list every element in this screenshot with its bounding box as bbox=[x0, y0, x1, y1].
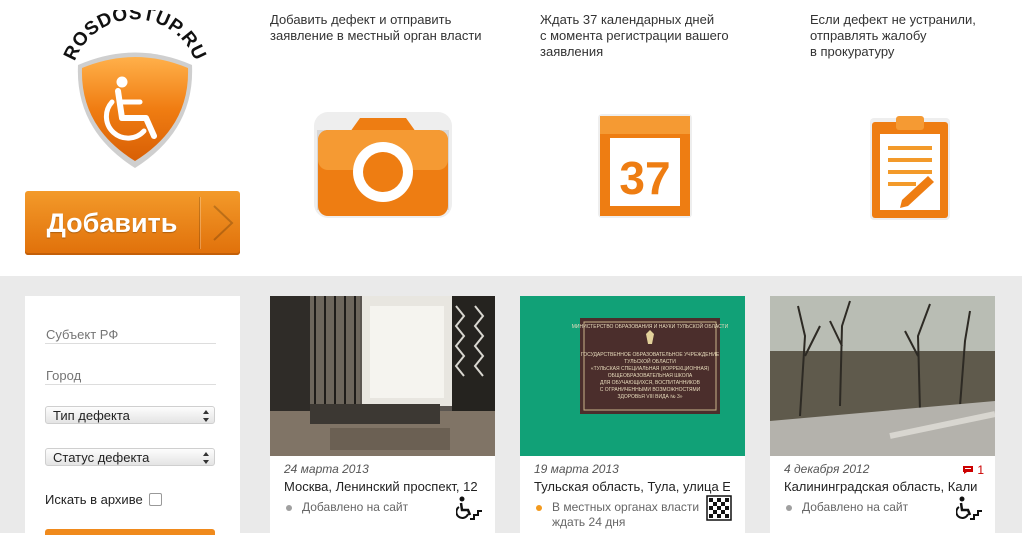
defect-photo[interactable] bbox=[270, 296, 495, 456]
search-button[interactable] bbox=[45, 529, 215, 535]
svg-text:ОБЩЕОБРАЗОВАТЕЛЬНАЯ ШКОЛА: ОБЩЕОБРАЗОВАТЕЛЬНАЯ ШКОЛА bbox=[608, 373, 693, 379]
card-status: Добавлено на сайт bbox=[802, 500, 909, 514]
defect-type-value: Тип дефекта bbox=[53, 408, 130, 423]
svg-text:ЗДОРОВЬЯ VIII ВИДА № 3»: ЗДОРОВЬЯ VIII ВИДА № 3» bbox=[617, 394, 682, 400]
calendar-icon: 37 bbox=[598, 114, 692, 218]
card-date: 24 марта 2013 bbox=[284, 462, 369, 476]
step-1-text: Добавить дефект и отправить заявление в … bbox=[270, 12, 482, 43]
status-dot bbox=[786, 505, 792, 511]
defect-photo[interactable] bbox=[770, 296, 995, 456]
step-2-text: Ждать 37 календарных дней с момента реги… bbox=[540, 12, 729, 59]
logo-shield-icon: ROSDOSTUP.RU bbox=[60, 3, 209, 168]
svg-text:ДЛЯ ОБУЧАЮЩИХСЯ, ВОСПИТАННИКОВ: ДЛЯ ОБУЧАЮЩИХСЯ, ВОСПИТАННИКОВ bbox=[600, 380, 701, 386]
camera-icon bbox=[314, 112, 452, 218]
defect-card[interactable]: МИНИСТЕРСТВО ОБРАЗОВАНИЯ И НАУКИ ТУЛЬСКО… bbox=[520, 296, 745, 533]
card-date: 19 марта 2013 bbox=[534, 462, 619, 476]
card-address[interactable]: Калининградская область, Кали bbox=[784, 479, 980, 494]
clipboard-icon bbox=[870, 116, 950, 220]
comments-count-value: 1 bbox=[977, 463, 985, 477]
card-status: Добавлено на сайт bbox=[302, 500, 409, 514]
svg-text:ГОСУДАРСТВЕННОЕ ОБРАЗОВАТЕЛЬНО: ГОСУДАРСТВЕННОЕ ОБРАЗОВАТЕЛЬНОЕ УЧРЕЖДЕН… bbox=[581, 352, 720, 358]
step-3-text: Если дефект не устранили, отправлять жал… bbox=[810, 12, 976, 59]
card-date: 4 декабря 2012 bbox=[784, 462, 870, 476]
defect-card[interactable]: 4 декабря 2012 1 Калининградская область… bbox=[770, 296, 995, 533]
wheelchair-stairs-icon bbox=[956, 496, 982, 520]
svg-text:МИНИСТЕРСТВО ОБРАЗОВАНИЯ И НАУ: МИНИСТЕРСТВО ОБРАЗОВАНИЯ И НАУКИ ТУЛЬСКО… bbox=[572, 322, 729, 330]
svg-text:С ОГРАНИЧЕННЫМИ ВОЗМОЖНОСТЯМИ: С ОГРАНИЧЕННЫМИ ВОЗМОЖНОСТЯМИ bbox=[600, 387, 701, 393]
status-dot bbox=[286, 505, 292, 511]
comments-count[interactable]: 1 bbox=[962, 463, 984, 477]
select-arrows-icon bbox=[203, 410, 209, 422]
defect-photo[interactable]: МИНИСТЕРСТВО ОБРАЗОВАНИЯ И НАУКИ ТУЛЬСКО… bbox=[520, 296, 745, 456]
svg-text:«ТУЛЬСКАЯ СПЕЦИАЛЬНАЯ (КОРРЕКЦ: «ТУЛЬСКАЯ СПЕЦИАЛЬНАЯ (КОРРЕКЦИОННАЯ) bbox=[591, 366, 710, 372]
archive-label: Искать в архиве bbox=[45, 492, 143, 507]
region-input[interactable] bbox=[45, 326, 216, 344]
site-logo[interactable]: ROSDOSTUP.RU bbox=[60, 3, 210, 175]
add-button-label: Добавить bbox=[46, 208, 178, 238]
card-status: В местных органах власти ждать 24 дня bbox=[552, 500, 700, 529]
svg-text:ТУЛЬСКОЙ ОБЛАСТИ: ТУЛЬСКОЙ ОБЛАСТИ bbox=[624, 357, 676, 365]
defect-type-select[interactable]: Тип дефекта bbox=[45, 406, 215, 424]
comment-icon bbox=[963, 466, 973, 474]
card-address[interactable]: Москва, Ленинский проспект, 12 bbox=[284, 479, 480, 494]
add-button-divider bbox=[199, 197, 200, 249]
defect-status-select[interactable]: Статус дефекта bbox=[45, 448, 215, 466]
select-arrows-icon bbox=[203, 452, 209, 464]
city-input[interactable] bbox=[45, 367, 216, 385]
add-defect-button[interactable]: Добавить bbox=[25, 191, 240, 255]
status-dot bbox=[536, 505, 542, 511]
top-section: ROSDOSTUP.RU Добавить Добавить дефект и … bbox=[0, 0, 1022, 276]
wheelchair-stairs-icon bbox=[456, 496, 482, 520]
card-address[interactable]: Тульская область, Тула, улица Е bbox=[534, 479, 730, 494]
defect-card[interactable]: 24 марта 2013 Москва, Ленинский проспект… bbox=[270, 296, 495, 533]
braille-pattern-icon bbox=[706, 495, 732, 521]
chevron-right-icon bbox=[213, 205, 234, 241]
defect-status-value: Статус дефекта bbox=[53, 450, 150, 465]
calendar-number: 37 bbox=[619, 152, 670, 204]
filter-panel: Тип дефекта Статус дефекта Искать в архи… bbox=[25, 296, 240, 535]
archive-checkbox[interactable] bbox=[149, 493, 162, 506]
